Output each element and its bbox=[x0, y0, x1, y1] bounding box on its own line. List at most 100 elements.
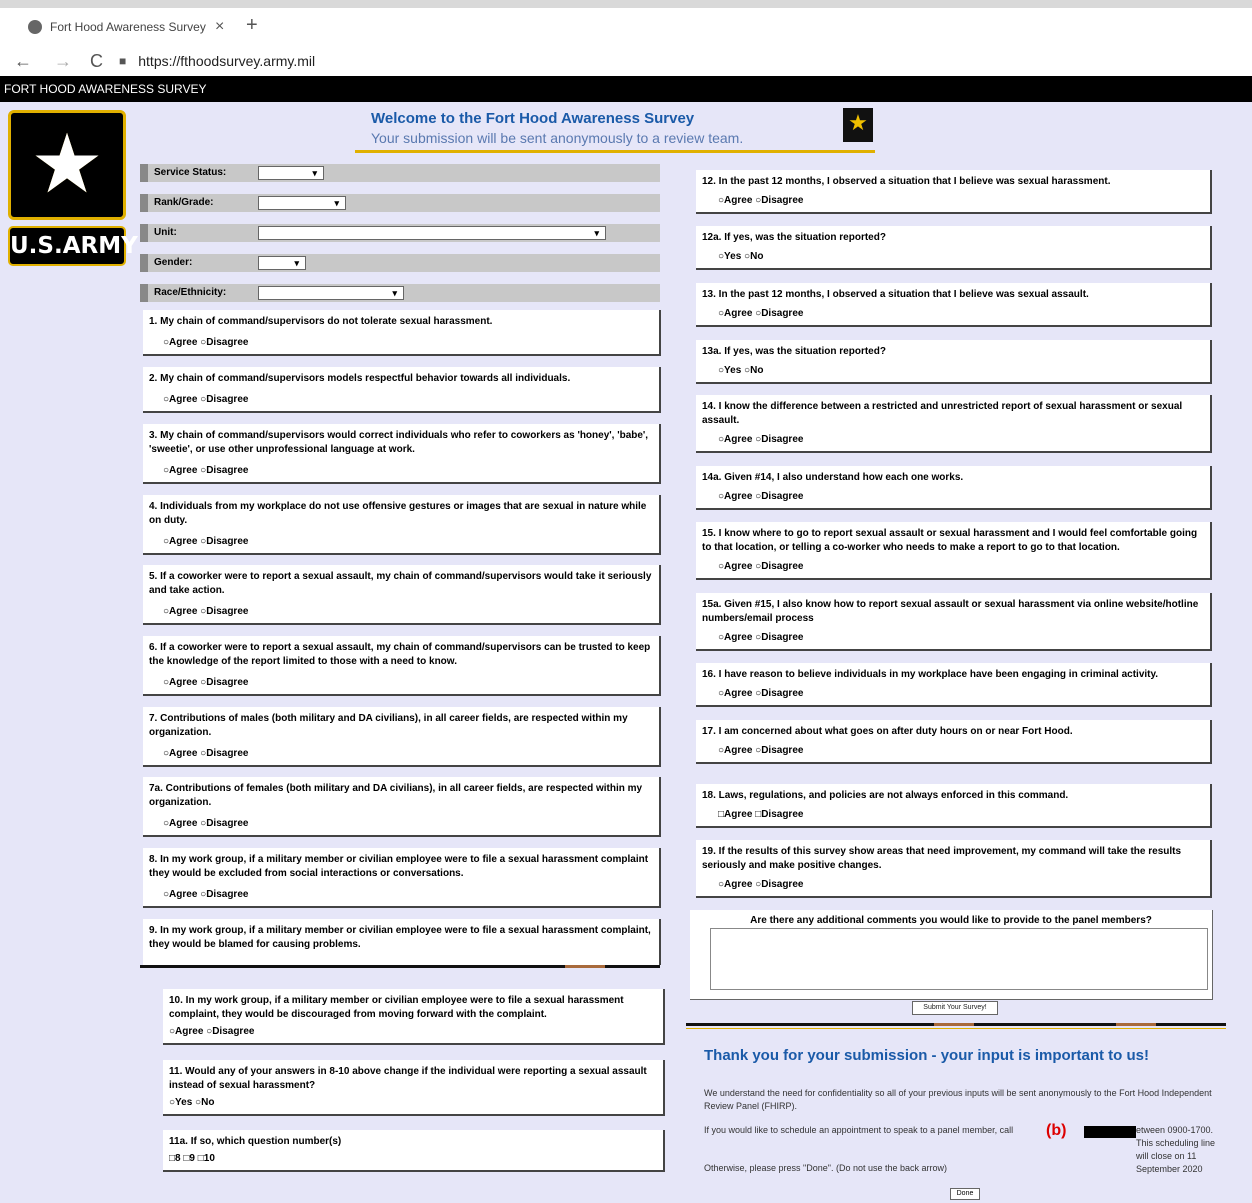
site-title-bar: FORT HOOD AWARENESS SURVEY bbox=[0, 76, 1252, 102]
question-text: 12a. If yes, was the situation reported? bbox=[702, 232, 886, 243]
question-14: 14. I know the difference between a rest… bbox=[696, 395, 1212, 453]
question-text: 4. Individuals from my workplace do not … bbox=[149, 501, 647, 526]
unit-select[interactable]: ▾ bbox=[258, 226, 606, 240]
question-text: 12. In the past 12 months, I observed a … bbox=[702, 176, 1111, 187]
question-14a: 14a. Given #14, I also understand how ea… bbox=[696, 466, 1212, 510]
address-bar[interactable]: https://fthoodsurvey.army.mil bbox=[138, 53, 315, 69]
back-arrow-icon[interactable]: ← bbox=[14, 51, 32, 72]
survey-page: ★ U.S.ARMY Welcome to the Fort Hood Awar… bbox=[0, 102, 1252, 1203]
agree-disagree-radios[interactable]: ○Agree ○Disagree bbox=[718, 560, 803, 574]
us-army-logo-text: U.S.ARMY bbox=[8, 226, 138, 266]
browser-chrome: Fort Hood Awareness Survey × + ← → C ■ h… bbox=[0, 0, 1252, 76]
agree-disagree-radios[interactable]: ○Agree ○Disagree bbox=[718, 433, 803, 447]
agree-disagree-radios[interactable]: ○Agree ○Disagree bbox=[718, 687, 803, 701]
question-text: 17. I am concerned about what goes on af… bbox=[702, 726, 1073, 737]
question-5: 5. If a coworker were to report a sexual… bbox=[143, 565, 661, 625]
gold-rule bbox=[686, 1028, 1226, 1029]
agree-disagree-radios[interactable]: ○Agree ○Disagree bbox=[163, 535, 248, 549]
army-star-logo: ★ bbox=[8, 110, 126, 220]
agree-disagree-radios[interactable]: ○Agree ○Disagree bbox=[718, 307, 803, 321]
question-10: 10. In my work group, if a military memb… bbox=[163, 989, 665, 1045]
question-11: 11. Would any of your answers in 8-10 ab… bbox=[163, 1060, 665, 1116]
tab-close-icon[interactable]: × bbox=[215, 18, 224, 36]
yes-no-radios[interactable]: ○Yes ○No bbox=[718, 250, 763, 264]
browser-tab[interactable]: Fort Hood Awareness Survey bbox=[8, 8, 228, 46]
question-text: 3. My chain of command/supervisors would… bbox=[149, 430, 649, 455]
question-text: 5. If a coworker were to report a sexual… bbox=[149, 571, 652, 596]
rank-grade-select[interactable]: ▾ bbox=[258, 196, 346, 210]
question-text: 8. In my work group, if a military membe… bbox=[149, 854, 649, 879]
question-16: 16. I have reason to believe individuals… bbox=[696, 663, 1212, 707]
done-button[interactable]: Done bbox=[950, 1188, 980, 1200]
question-15: 15. I know where to go to report sexual … bbox=[696, 522, 1212, 580]
agree-disagree-radios[interactable]: ○Agree ○Disagree bbox=[163, 336, 248, 350]
tab-title: Fort Hood Awareness Survey bbox=[50, 20, 206, 34]
question-19: 19. If the results of this survey show a… bbox=[696, 840, 1212, 898]
section-divider bbox=[686, 1023, 1226, 1026]
agree-disagree-radios[interactable]: ○Agree ○Disagree bbox=[718, 490, 803, 504]
question-11a: 11a. If so, which question number(s) □8 … bbox=[163, 1130, 665, 1172]
service-status-select[interactable]: ▾ bbox=[258, 166, 324, 180]
agree-disagree-radios[interactable]: ○Agree ○Disagree bbox=[163, 747, 248, 761]
welcome-title: Welcome to the Fort Hood Awareness Surve… bbox=[371, 110, 695, 127]
comments-textarea[interactable] bbox=[710, 928, 1208, 990]
agree-disagree-radios[interactable]: ○Agree ○Disagree bbox=[163, 464, 248, 478]
question-text: 14. I know the difference between a rest… bbox=[702, 401, 1183, 426]
question-8: 8. In my work group, if a military membe… bbox=[143, 848, 661, 908]
navigation-bar: ← → C ■ https://fthoodsurvey.army.mil bbox=[0, 46, 1252, 76]
field-label: Rank/Grade: bbox=[154, 197, 214, 208]
comments-box: Are there any additional comments you wo… bbox=[690, 910, 1213, 1000]
agree-disagree-radios[interactable]: ○Agree ○Disagree bbox=[163, 676, 248, 690]
agree-disagree-radios[interactable]: ○Agree ○Disagree bbox=[718, 878, 803, 892]
question-6: 6. If a coworker were to report a sexual… bbox=[143, 636, 661, 696]
browser-frame-top bbox=[0, 0, 1252, 8]
question-text: 11a. If so, which question number(s) bbox=[169, 1136, 342, 1147]
question-7a: 7a. Contributions of females (both milit… bbox=[143, 777, 661, 837]
field-service-status: Service Status: ▾ bbox=[140, 164, 660, 182]
agree-disagree-radios[interactable]: ○Agree ○Disagree bbox=[169, 1025, 254, 1039]
yes-no-radios[interactable]: ○Yes ○No bbox=[169, 1096, 214, 1110]
new-tab-icon[interactable]: + bbox=[246, 14, 258, 37]
question-4: 4. Individuals from my workplace do not … bbox=[143, 495, 661, 555]
question-text: 2. My chain of command/supervisors model… bbox=[149, 373, 571, 384]
star-icon: ★ bbox=[30, 119, 104, 210]
field-label: Gender: bbox=[154, 257, 193, 268]
question-13: 13. In the past 12 months, I observed a … bbox=[696, 283, 1212, 327]
agree-disagree-radios[interactable]: ○Agree ○Disagree bbox=[163, 605, 248, 619]
field-label: Race/Ethnicity: bbox=[154, 287, 227, 298]
lock-icon[interactable]: ■ bbox=[119, 54, 126, 68]
redacted-phone-number bbox=[1084, 1126, 1136, 1138]
agree-disagree-radios[interactable]: ○Agree ○Disagree bbox=[163, 393, 248, 407]
thanks-paragraph-1: We understand the need for confidentiali… bbox=[704, 1088, 1212, 1111]
submit-survey-button[interactable]: Submit Your Survey! bbox=[912, 1001, 998, 1015]
agree-disagree-radios[interactable]: ○Agree ○Disagree bbox=[718, 194, 803, 208]
forward-arrow-icon[interactable]: → bbox=[54, 51, 72, 72]
agree-disagree-radios[interactable]: ○Agree ○Disagree bbox=[718, 631, 803, 645]
question-text: 11. Would any of your answers in 8-10 ab… bbox=[169, 1066, 647, 1091]
question-13a: 13a. If yes, was the situation reported?… bbox=[696, 340, 1212, 384]
question-number-checkboxes[interactable]: □8 □9 □10 bbox=[169, 1152, 215, 1166]
field-unit: Unit: ▾ bbox=[140, 224, 660, 242]
race-ethnicity-select[interactable]: ▾ bbox=[258, 286, 404, 300]
section-divider bbox=[140, 965, 660, 968]
question-17: 17. I am concerned about what goes on af… bbox=[696, 720, 1212, 764]
gender-select[interactable]: ▾ bbox=[258, 256, 306, 270]
reload-icon[interactable]: C bbox=[90, 51, 103, 72]
question-9: 9. In my work group, if a military membe… bbox=[143, 919, 661, 965]
question-2: 2. My chain of command/supervisors model… bbox=[143, 367, 661, 413]
question-text: 15a. Given #15, I also know how to repor… bbox=[702, 599, 1199, 624]
question-text: 13a. If yes, was the situation reported? bbox=[702, 346, 886, 357]
agree-disagree-radios[interactable]: ○Agree ○Disagree bbox=[718, 744, 803, 758]
question-12: 12. In the past 12 months, I observed a … bbox=[696, 170, 1212, 214]
question-text: 10. In my work group, if a military memb… bbox=[169, 995, 624, 1020]
question-1: 1. My chain of command/supervisors do no… bbox=[143, 310, 661, 356]
question-text: 13. In the past 12 months, I observed a … bbox=[702, 289, 1089, 300]
question-text: 1. My chain of command/supervisors do no… bbox=[149, 316, 493, 327]
agree-disagree-boxes[interactable]: □Agree □Disagree bbox=[718, 808, 803, 822]
thanks-paragraph-3: Otherwise, please press "Done". (Do not … bbox=[704, 1163, 947, 1173]
question-text: 18. Laws, regulations, and policies are … bbox=[702, 790, 1069, 801]
yes-no-radios[interactable]: ○Yes ○No bbox=[718, 364, 763, 378]
agree-disagree-radios[interactable]: ○Agree ○Disagree bbox=[163, 817, 248, 831]
question-text: 16. I have reason to believe individuals… bbox=[702, 669, 1159, 680]
agree-disagree-radios[interactable]: ○Agree ○Disagree bbox=[163, 888, 248, 902]
